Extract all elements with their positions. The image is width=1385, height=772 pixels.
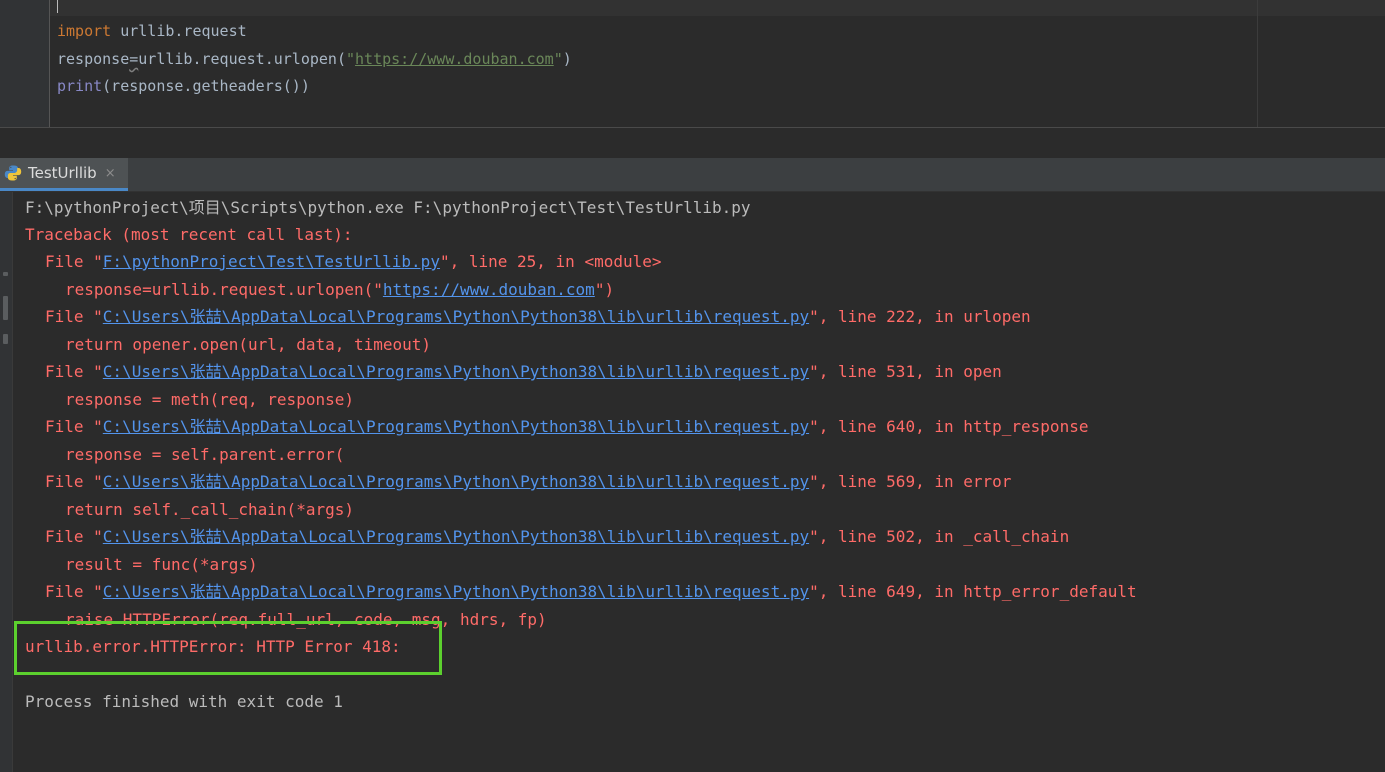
strip-marker: [3, 296, 8, 320]
file-prefix: File ": [45, 307, 103, 326]
file-path-link[interactable]: F:\pythonProject\Test\TestUrllib.py: [103, 252, 440, 271]
url-link[interactable]: https://www.douban.com: [383, 280, 595, 299]
traceback-header: Traceback (most recent call last):: [25, 225, 353, 244]
traceback-code-line: return self._call_chain(*args): [65, 500, 354, 519]
file-path-link[interactable]: C:\Users\张喆\AppData\Local\Programs\Pytho…: [103, 582, 809, 601]
keyword-import: import: [57, 22, 112, 40]
builtin-print: print: [57, 77, 103, 95]
file-line-info: ", line 531, in open: [809, 362, 1002, 381]
file-prefix: File ": [45, 362, 103, 381]
traceback-code-line: return opener.open(url, data, timeout): [65, 335, 432, 354]
file-prefix: File ": [45, 582, 103, 601]
run-console-output[interactable]: F:\pythonProject\项目\Scripts\python.exe F…: [0, 192, 1385, 772]
strip-marker: [3, 272, 8, 276]
code-text: response=urllib.request.urlopen(": [65, 280, 383, 299]
run-tab-label: TestUrllib: [28, 164, 97, 182]
file-prefix: File ": [45, 472, 103, 491]
traceback-file-line: File "C:\Users\张喆\AppData\Local\Programs…: [25, 417, 1088, 437]
traceback-file-line: File "C:\Users\张喆\AppData\Local\Programs…: [25, 307, 1031, 327]
file-prefix: File ": [45, 527, 103, 546]
file-path-link[interactable]: C:\Users\张喆\AppData\Local\Programs\Pytho…: [103, 307, 809, 326]
traceback-code-line: response=urllib.request.urlopen("https:/…: [25, 280, 614, 300]
traceback-file-line: File "C:\Users\张喆\AppData\Local\Programs…: [25, 362, 1002, 382]
code-editor[interactable]: import urllib.request response=urllib.re…: [0, 0, 1385, 128]
file-line-info: ", line 502, in _call_chain: [809, 527, 1070, 546]
traceback-file-line: File "C:\Users\张喆\AppData\Local\Programs…: [25, 527, 1069, 547]
string-quote-open: ": [346, 50, 356, 68]
traceback-file-line: File "F:\pythonProject\Test\TestUrllib.p…: [25, 252, 662, 272]
file-line-info: ", line 640, in http_response: [809, 417, 1089, 436]
right-margin-guide: [1257, 0, 1258, 127]
console-command-line: F:\pythonProject\项目\Scripts\python.exe F…: [25, 198, 751, 217]
string-quote-close: ": [553, 50, 563, 68]
code-line-3[interactable]: print(response.getheaders()): [57, 76, 310, 96]
close-icon[interactable]: ×: [105, 166, 116, 181]
warning-squiggle: =: [129, 50, 139, 68]
urlopen-call-text: urllib.request.urlopen(: [138, 50, 346, 68]
text-caret: [57, 0, 58, 13]
code-line-1[interactable]: import urllib.request: [57, 21, 247, 41]
file-line-info: ", line 569, in error: [809, 472, 1012, 491]
traceback-code-line: response = self.parent.error(: [65, 445, 345, 464]
file-path-link[interactable]: C:\Users\张喆\AppData\Local\Programs\Pytho…: [103, 362, 809, 381]
close-paren: ): [562, 50, 572, 68]
traceback-code-line: response = meth(req, response): [65, 390, 354, 409]
file-prefix: File ": [45, 417, 103, 436]
traceback-file-line: File "C:\Users\张喆\AppData\Local\Programs…: [25, 472, 1011, 492]
module-name: urllib.request: [111, 22, 247, 40]
file-line-info: ", line 222, in urlopen: [809, 307, 1031, 326]
traceback-file-line: File "C:\Users\张喆\AppData\Local\Programs…: [25, 582, 1137, 602]
console-side-strip: [0, 192, 13, 772]
file-path-link[interactable]: C:\Users\张喆\AppData\Local\Programs\Pytho…: [103, 417, 809, 436]
code-line-2[interactable]: response=urllib.request.urlopen("https:/…: [57, 49, 572, 69]
panel-divider: [0, 128, 1385, 158]
run-tool-window-header: TestUrllib ×: [0, 158, 1385, 192]
variable-response: response: [57, 50, 130, 68]
python-icon: [4, 165, 22, 181]
urlopen-call: =: [129, 50, 138, 68]
editor-gutter: [0, 0, 50, 127]
file-path-link[interactable]: C:\Users\张喆\AppData\Local\Programs\Pytho…: [103, 527, 809, 546]
editor-url-link[interactable]: https://www.douban.com: [355, 50, 554, 68]
exit-status: Process finished with exit code 1: [25, 692, 343, 711]
file-line-info: ", line 649, in http_error_default: [809, 582, 1137, 601]
run-tab-testurllib[interactable]: TestUrllib ×: [0, 158, 128, 191]
file-path-link[interactable]: C:\Users\张喆\AppData\Local\Programs\Pytho…: [103, 472, 809, 491]
current-line-highlight: [50, 0, 1385, 16]
code-text: "): [594, 280, 615, 299]
file-prefix: File ": [45, 252, 103, 271]
traceback-code-line: result = func(*args): [65, 555, 258, 574]
strip-marker: [3, 334, 8, 344]
highlight-annotation-box: [14, 621, 442, 675]
print-args: (response.getheaders()): [102, 77, 310, 95]
file-line-info: ", line 25, in <module>: [439, 252, 662, 271]
